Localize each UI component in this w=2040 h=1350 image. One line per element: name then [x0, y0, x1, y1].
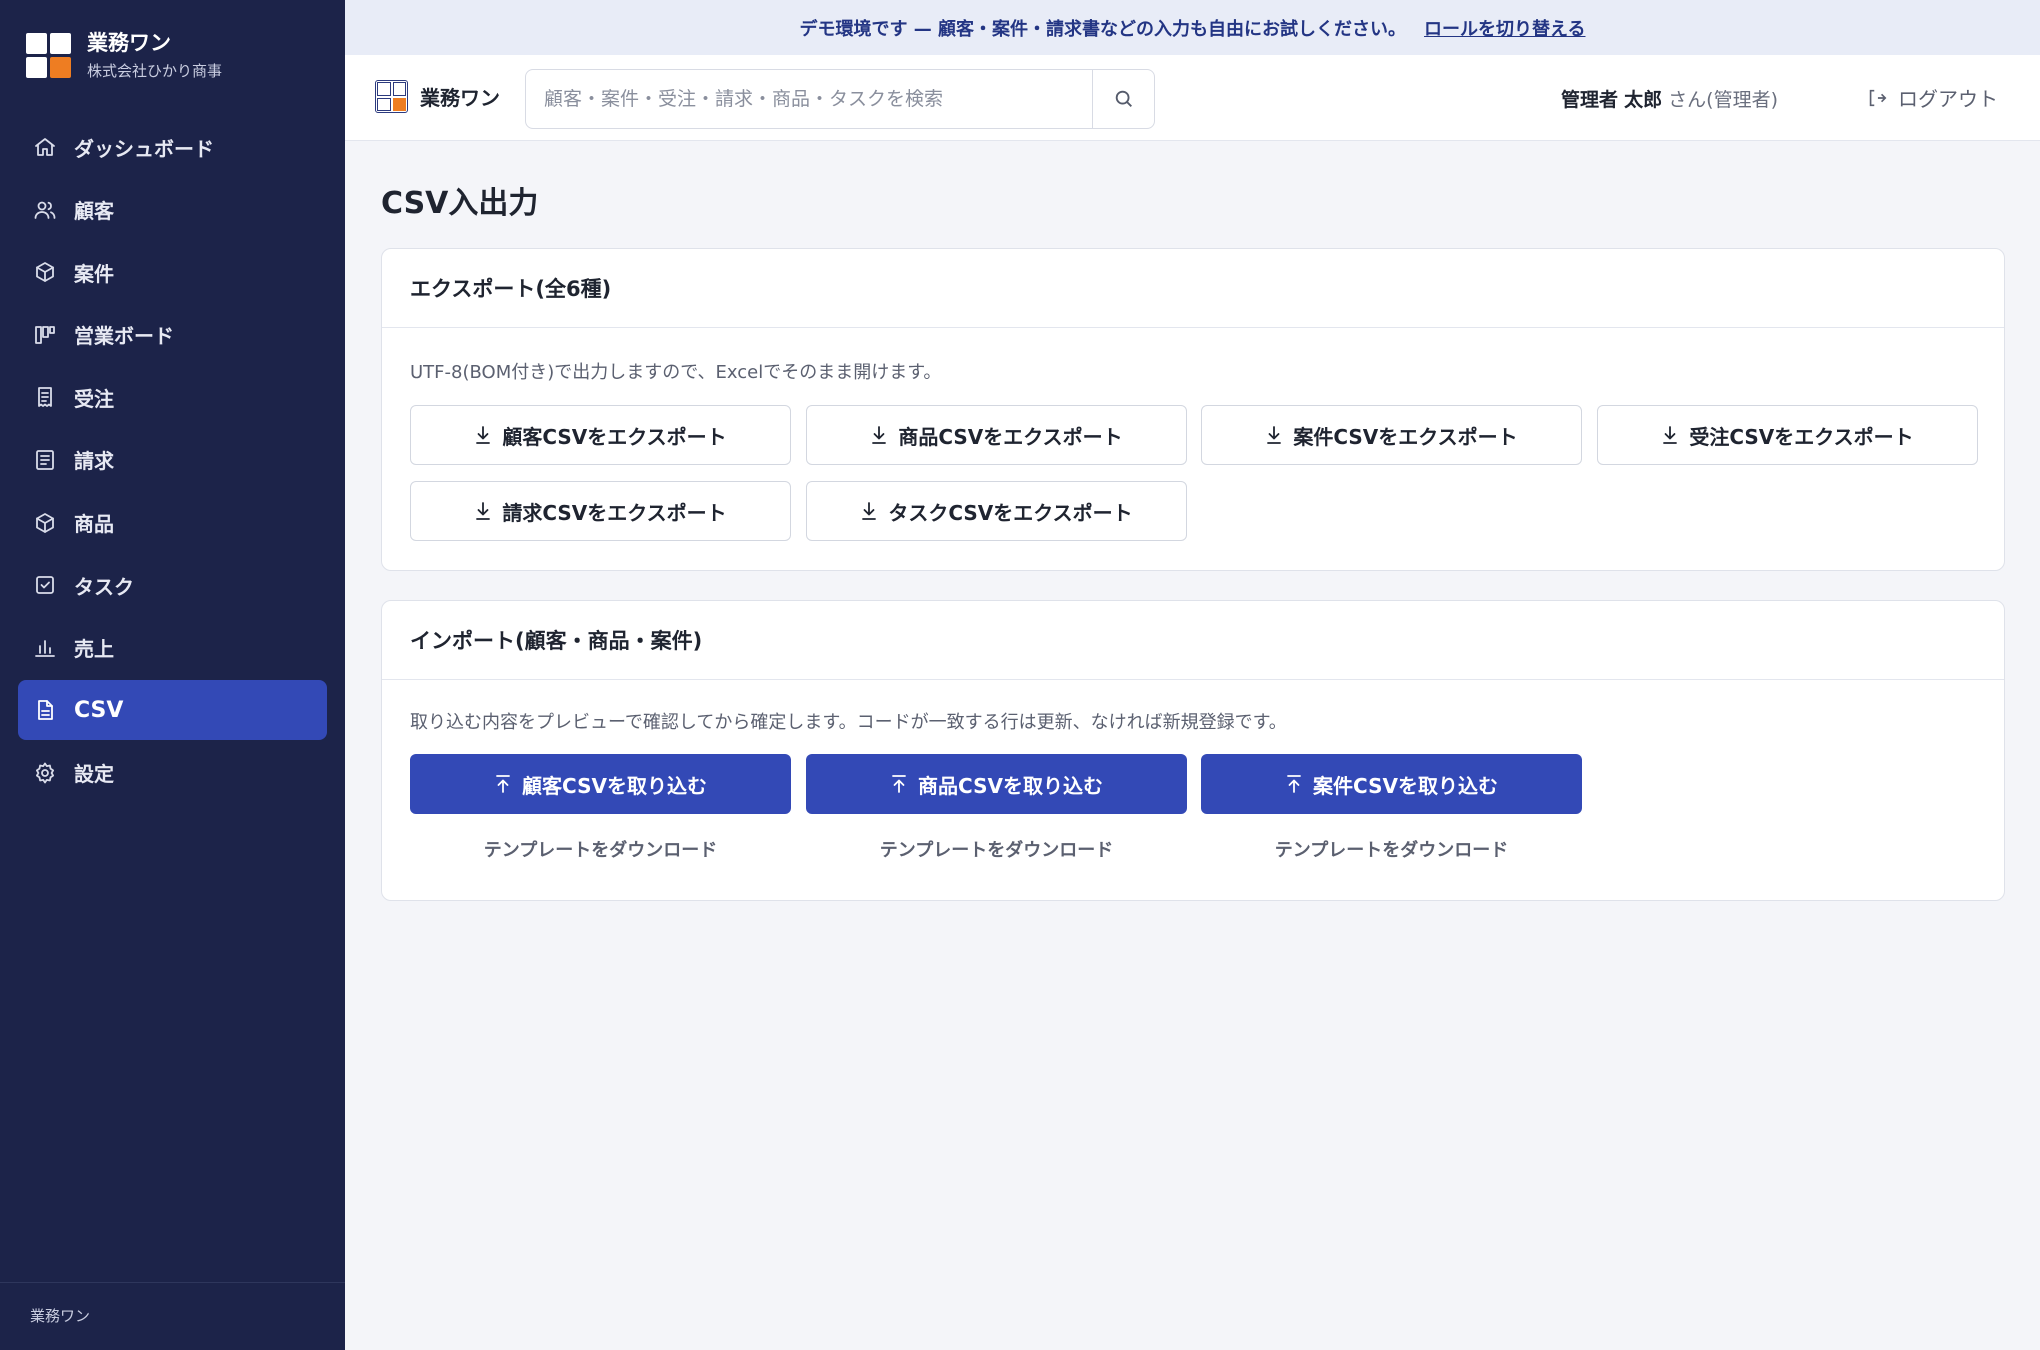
- global-search: [525, 69, 1155, 129]
- button-label: 商品CSVを取り込む: [918, 773, 1103, 798]
- company-name: 株式会社ひかり商事: [87, 62, 223, 80]
- document-icon: [32, 447, 58, 473]
- sidebar-nav: ダッシュボード 顧客 案件 営業ボード 受注 請求 商品 タスク 売上 CSV …: [18, 117, 327, 806]
- sidebar-item-sales-board[interactable]: 営業ボード: [18, 305, 327, 365]
- sidebar-item-settings[interactable]: 設定: [18, 743, 327, 803]
- export-deals-button[interactable]: 案件CSVをエクスポート: [1201, 405, 1582, 465]
- search-input[interactable]: [526, 70, 1092, 128]
- download-icon: [476, 502, 491, 520]
- sidebar-item-label: 請求: [74, 449, 114, 474]
- sidebar-item-sales[interactable]: 売上: [18, 618, 327, 678]
- sidebar-item-label: ダッシュボード: [74, 136, 214, 161]
- sidebar-item-label: CSV: [74, 697, 124, 723]
- import-heading: インポート(顧客・商品・案件): [382, 601, 2004, 680]
- button-label: 案件CSVを取り込む: [1313, 773, 1498, 798]
- header-logo-icon: [375, 80, 408, 113]
- sidebar: 業務ワン 株式会社ひかり商事 ダッシュボード 顧客 案件 営業ボード 受注 請求: [0, 0, 345, 1350]
- export-products-button[interactable]: 商品CSVをエクスポート: [806, 405, 1187, 465]
- home-icon: [32, 134, 58, 160]
- upload-icon: [892, 775, 906, 793]
- sidebar-item-customers[interactable]: 顧客: [18, 180, 327, 240]
- banner-text: デモ環境です — 顧客・案件・請求書などの入力も自由にお試しください。: [799, 18, 1407, 40]
- export-heading: エクスポート(全6種): [382, 249, 2004, 328]
- button-label: 商品CSVをエクスポート: [898, 424, 1123, 449]
- button-label: 顧客CSVをエクスポート: [502, 424, 727, 449]
- bar-chart-icon: [32, 635, 58, 661]
- download-icon: [1663, 426, 1678, 444]
- checkbox-icon: [32, 572, 58, 598]
- download-icon: [872, 426, 887, 444]
- export-tasks-button[interactable]: タスクCSVをエクスポート: [806, 481, 1187, 541]
- logout-icon: [1869, 89, 1887, 106]
- switch-role-link[interactable]: ロールを切り替える: [1424, 15, 1585, 41]
- button-label: 案件CSVをエクスポート: [1293, 424, 1518, 449]
- top-header: 業務ワン 管理者 太郎 さん(管理者) ログアウト: [345, 55, 2040, 141]
- sidebar-item-label: 案件: [74, 261, 114, 286]
- demo-banner: デモ環境です — 顧客・案件・請求書などの入力も自由にお試しください。 ロールを…: [345, 0, 2040, 55]
- sidebar-item-label: 売上: [74, 637, 114, 662]
- import-deals-button[interactable]: 案件CSVを取り込む: [1201, 754, 1582, 814]
- export-invoices-button[interactable]: 請求CSVをエクスポート: [410, 481, 791, 541]
- button-label: 受注CSVをエクスポート: [1689, 424, 1914, 449]
- download-icon: [476, 426, 491, 444]
- app-name: 業務ワン: [87, 31, 171, 55]
- products-template-download-link[interactable]: テンプレートをダウンロード: [806, 836, 1187, 862]
- sidebar-item-products[interactable]: 商品: [18, 493, 327, 553]
- header-brand-name: 業務ワン: [420, 86, 500, 110]
- user-info: 管理者 太郎 さん(管理者): [1561, 85, 1778, 112]
- receipt-icon: [32, 384, 58, 410]
- logout-button[interactable]: ログアウト: [1866, 83, 1998, 112]
- search-button[interactable]: [1092, 70, 1154, 128]
- kanban-icon: [32, 322, 58, 348]
- search-icon: [1115, 90, 1132, 107]
- package-icon: [32, 510, 58, 536]
- download-icon: [862, 502, 877, 520]
- user-role-label: 管理者: [1561, 89, 1619, 111]
- sidebar-footer: 業務ワン: [0, 1282, 345, 1326]
- box-icon: [32, 259, 58, 285]
- sidebar-item-label: 顧客: [74, 199, 114, 224]
- logout-label: ログアウト: [1898, 87, 1998, 111]
- file-icon: [32, 697, 58, 723]
- export-description: UTF-8(BOM付き)で出力しますので、Excelでそのまま開けます。: [410, 362, 942, 383]
- download-icon: [1267, 426, 1282, 444]
- sidebar-item-csv[interactable]: CSV: [18, 680, 327, 741]
- sidebar-item-orders[interactable]: 受注: [18, 367, 327, 427]
- upload-icon: [496, 775, 510, 793]
- sidebar-item-label: 商品: [74, 512, 114, 537]
- users-icon: [32, 197, 58, 223]
- import-products-button[interactable]: 商品CSVを取り込む: [806, 754, 1187, 814]
- sidebar-item-dashboard[interactable]: ダッシュボード: [18, 117, 327, 177]
- brand[interactable]: 業務ワン 株式会社ひかり商事: [26, 30, 222, 81]
- deals-template-download-link[interactable]: テンプレートをダウンロード: [1201, 836, 1582, 862]
- customers-template-download-link[interactable]: テンプレートをダウンロード: [410, 836, 791, 862]
- page-title: CSV入出力: [381, 186, 539, 221]
- gear-icon: [32, 760, 58, 786]
- sidebar-item-label: タスク: [74, 574, 134, 599]
- button-label: 顧客CSVを取り込む: [522, 773, 707, 798]
- sidebar-item-label: 設定: [74, 762, 114, 787]
- button-label: 請求CSVをエクスポート: [502, 500, 727, 525]
- user-role-suffix: さん(管理者): [1668, 89, 1778, 111]
- button-label: タスクCSVをエクスポート: [888, 500, 1133, 525]
- import-description: 取り込む内容をプレビューで確認してから確定します。コードが一致する行は更新、なけ…: [410, 712, 1287, 733]
- user-name: 太郎: [1624, 89, 1663, 111]
- sidebar-item-deals[interactable]: 案件: [18, 242, 327, 302]
- sidebar-item-label: 受注: [74, 386, 114, 411]
- sidebar-item-label: 営業ボード: [74, 324, 174, 349]
- import-customers-button[interactable]: 顧客CSVを取り込む: [410, 754, 791, 814]
- sidebar-item-invoices[interactable]: 請求: [18, 430, 327, 490]
- export-orders-button[interactable]: 受注CSVをエクスポート: [1597, 405, 1978, 465]
- sidebar-item-tasks[interactable]: タスク: [18, 555, 327, 615]
- app-logo-icon: [26, 33, 71, 78]
- export-customers-button[interactable]: 顧客CSVをエクスポート: [410, 405, 791, 465]
- export-card: エクスポート(全6種) UTF-8(BOM付き)で出力しますので、Excelでそ…: [381, 248, 2005, 571]
- upload-icon: [1287, 775, 1301, 793]
- header-brand[interactable]: 業務ワン: [375, 80, 500, 113]
- import-card: インポート(顧客・商品・案件) 取り込む内容をプレビューで確認してから確定します…: [381, 600, 2005, 901]
